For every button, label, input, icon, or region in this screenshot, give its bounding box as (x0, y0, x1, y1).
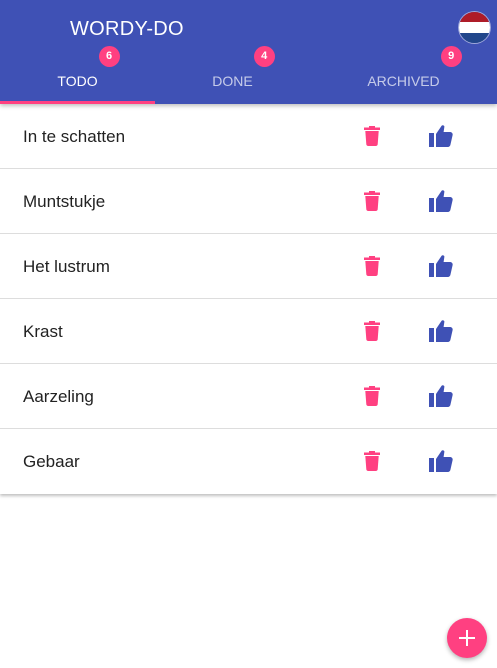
delete-button[interactable] (355, 314, 389, 348)
delete-button[interactable] (355, 249, 389, 283)
list-item: Gebaar (0, 429, 497, 494)
thumbs-up-icon (429, 385, 453, 407)
trash-icon (364, 321, 380, 341)
trash-icon (364, 126, 380, 146)
plus-icon (459, 630, 475, 646)
trash-icon (364, 386, 380, 406)
tab-todo[interactable]: TODO 6 (0, 46, 155, 104)
mark-done-button[interactable] (424, 119, 458, 153)
netherlands-flag-icon[interactable] (459, 12, 490, 43)
trash-icon (364, 256, 380, 276)
mark-done-button[interactable] (424, 314, 458, 348)
tab-bar: TODO 6 DONE 4 ARCHIVED 9 (0, 46, 497, 104)
active-tab-indicator (0, 101, 155, 104)
thumbs-up-icon (429, 320, 453, 342)
list-item: In te schatten (0, 104, 497, 169)
trash-icon (364, 191, 380, 211)
tab-done[interactable]: DONE 4 (155, 46, 310, 104)
thumbs-up-icon (429, 190, 453, 212)
delete-button[interactable] (355, 379, 389, 413)
add-word-button[interactable] (447, 618, 487, 658)
trash-icon (364, 451, 380, 471)
thumbs-up-icon (429, 125, 453, 147)
thumbs-up-icon (429, 450, 453, 472)
mark-done-button[interactable] (424, 184, 458, 218)
tab-archived-label: ARCHIVED (367, 73, 440, 89)
word-text: Muntstukje (23, 192, 106, 211)
mark-done-button[interactable] (424, 249, 458, 283)
word-text: In te schatten (23, 127, 126, 146)
tab-done-count-badge: 4 (253, 46, 275, 67)
word-list: In te schatten Muntstukje Het lustrum Kr… (0, 104, 497, 494)
list-item: Krast (0, 299, 497, 364)
tab-archived[interactable]: ARCHIVED 9 (310, 46, 497, 104)
word-text: Aarzeling (23, 387, 94, 406)
word-text: Krast (23, 322, 63, 341)
thumbs-up-icon (429, 255, 453, 277)
word-text: Het lustrum (23, 257, 110, 276)
delete-button[interactable] (355, 184, 389, 218)
tab-todo-label: TODO (57, 73, 98, 89)
list-item: Aarzeling (0, 364, 497, 429)
delete-button[interactable] (355, 444, 389, 478)
tab-archived-count-badge: 9 (440, 46, 462, 67)
word-text: Gebaar (23, 452, 80, 471)
mark-done-button[interactable] (424, 379, 458, 413)
tab-done-label: DONE (212, 73, 253, 89)
delete-button[interactable] (355, 119, 389, 153)
tab-todo-count-badge: 6 (98, 46, 120, 67)
app-title: WORDY-DO (70, 18, 184, 40)
list-item: Muntstukje (0, 169, 497, 234)
app-bar: WORDY-DO TODO 6 DONE 4 ARCHIVED 9 (0, 0, 497, 104)
list-item: Het lustrum (0, 234, 497, 299)
mark-done-button[interactable] (424, 444, 458, 478)
